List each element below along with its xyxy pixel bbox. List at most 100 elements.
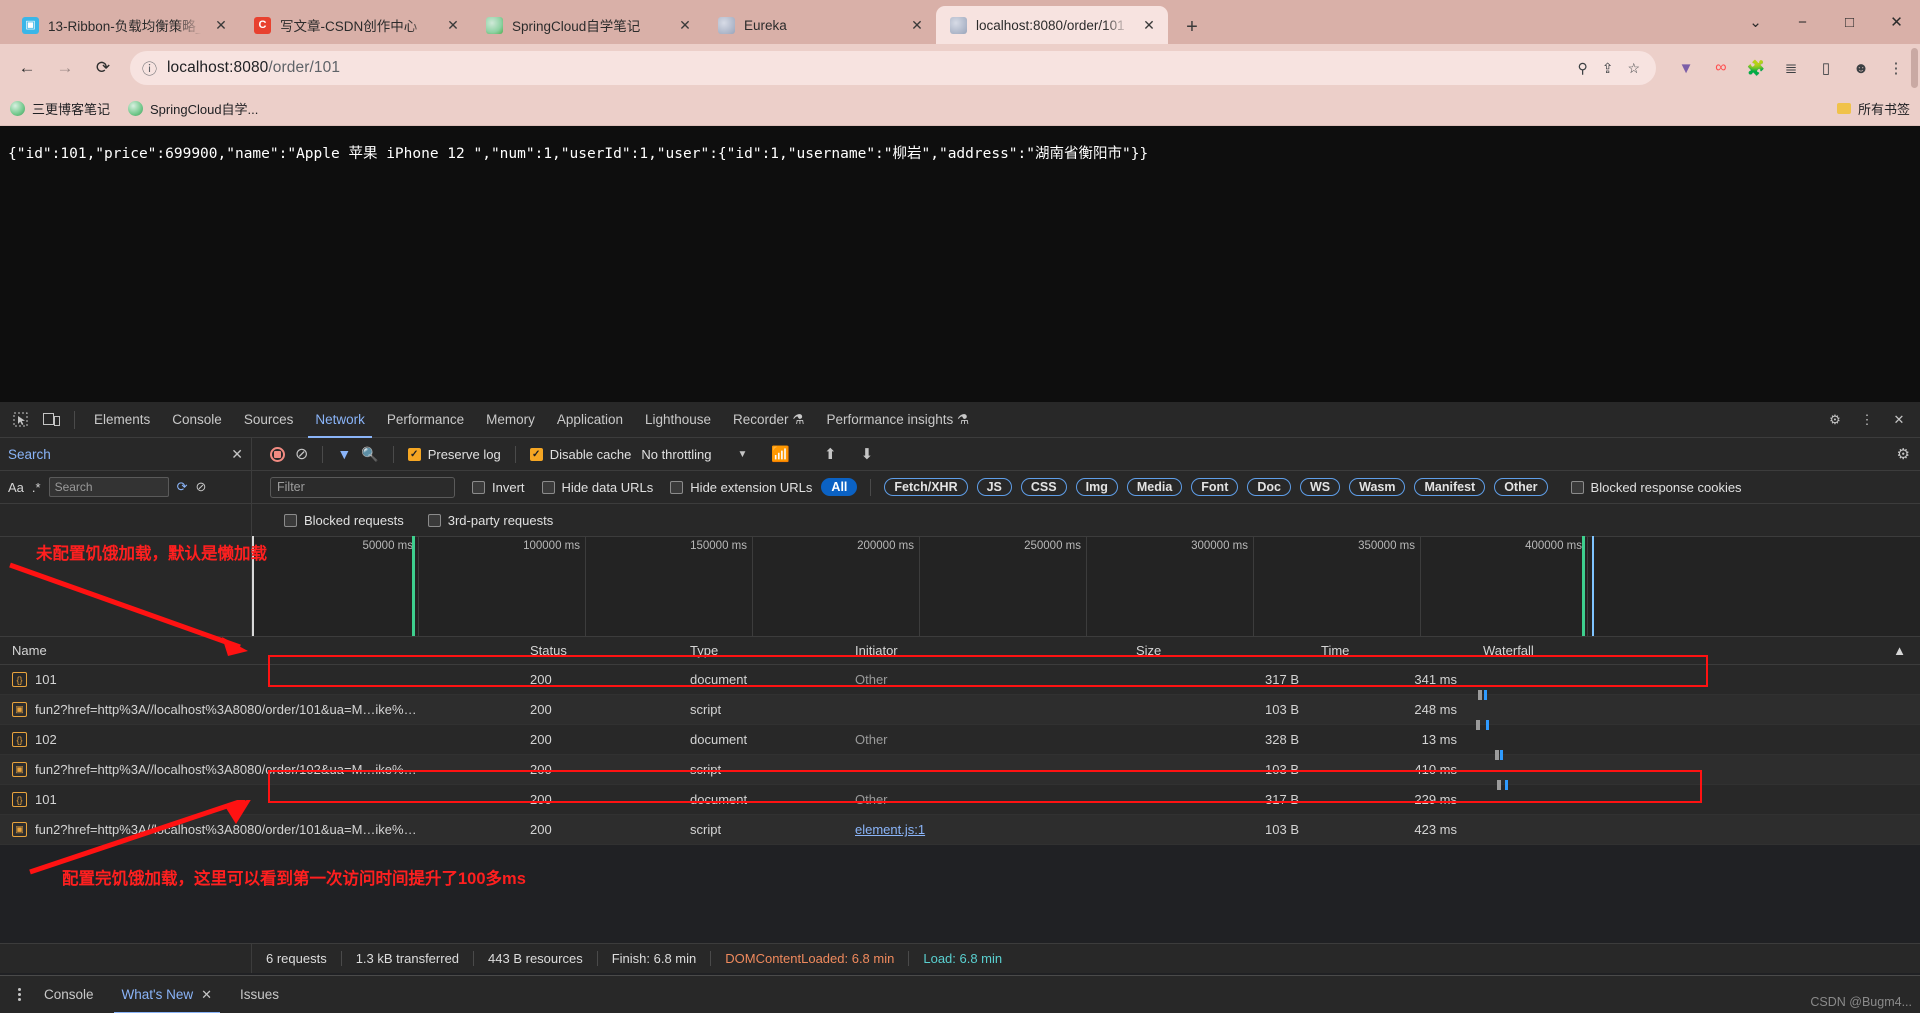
browser-tab-4-active[interactable]: localhost:8080/order/101 ✕ — [936, 6, 1168, 44]
tab-close-icon[interactable]: ✕ — [674, 17, 696, 34]
type-filter-manifest[interactable]: Manifest — [1414, 478, 1486, 496]
type-filter-css[interactable]: CSS — [1020, 478, 1067, 496]
type-filter-wasm[interactable]: Wasm — [1349, 478, 1406, 496]
star-icon[interactable]: ☆ — [1627, 60, 1640, 77]
side-panel-icon[interactable]: ▯ — [1812, 54, 1840, 82]
o-extension-icon[interactable]: ∞ — [1707, 54, 1735, 82]
throttling-select[interactable]: No throttling ▼ — [641, 447, 747, 462]
preserve-log-checkbox[interactable]: ✓ Preserve log — [407, 447, 501, 462]
column-header-size[interactable]: Size — [1130, 643, 1315, 658]
hide-extension-urls-checkbox[interactable]: Hide extension URLs — [670, 480, 812, 495]
filter-input[interactable]: Filter — [270, 476, 455, 498]
type-filter-font[interactable]: Font — [1191, 478, 1239, 496]
table-row[interactable]: ▣ fun2?href=http%3A//localhost%3A8080/ord… — [0, 815, 1920, 845]
column-header-time[interactable]: Time — [1315, 643, 1473, 658]
type-filter-js[interactable]: JS — [976, 478, 1012, 496]
column-header-status[interactable]: Status — [530, 643, 690, 658]
table-row[interactable]: {} 101 200 document Other 317 B 341 ms — [0, 665, 1920, 700]
request-name-cell[interactable]: ▣ fun2?href=http%3A//localhost%3A8080/ord… — [0, 762, 530, 777]
new-tab-button[interactable]: + — [1174, 10, 1210, 44]
blocked-requests-checkbox[interactable]: Blocked requests — [284, 513, 404, 528]
column-header-waterfall[interactable]: Waterfall ▲ — [1473, 643, 1920, 658]
tab-performance[interactable]: Performance — [376, 402, 475, 438]
tab-console[interactable]: Console — [161, 402, 233, 438]
type-filter-img[interactable]: Img — [1075, 478, 1118, 496]
column-header-type[interactable]: Type — [690, 643, 855, 658]
table-row[interactable]: {} 102 200 document Other 328 B 13 ms — [0, 725, 1920, 760]
page-scrollbar[interactable] — [1911, 48, 1918, 88]
more-vertical-icon[interactable]: ⋮ — [1852, 405, 1882, 435]
drawer-tab-issues[interactable]: Issues — [226, 976, 293, 1013]
column-header-name[interactable]: Name — [0, 643, 530, 658]
import-har-icon[interactable]: ⬆ — [824, 445, 837, 463]
tab-recorder[interactable]: Recorder ⚗ — [722, 402, 815, 438]
minimize-button[interactable]: − — [1779, 0, 1826, 44]
type-filter-ws[interactable]: WS — [1299, 478, 1341, 496]
tab-close-icon[interactable]: ✕ — [442, 17, 464, 34]
table-row[interactable]: ▣ fun2?href=http%3A//localhost%3A8080/ord… — [0, 695, 1920, 730]
request-name-cell[interactable]: {} 101 — [0, 672, 530, 687]
overview-timeline[interactable]: 50000 ms 100000 ms 150000 ms 200000 ms 2… — [252, 536, 1920, 636]
bookmark-item-1[interactable]: SpringCloud自学... — [128, 99, 258, 118]
forward-button[interactable]: → — [48, 51, 82, 85]
more-vertical-icon[interactable] — [8, 988, 30, 1001]
disable-cache-checkbox[interactable]: ✓ Disable cache — [529, 447, 631, 462]
search-close-icon[interactable]: ✕ — [231, 446, 243, 463]
clear-icon[interactable]: ⊘ — [295, 444, 308, 464]
record-stop-icon[interactable] — [270, 446, 285, 462]
tab-elements[interactable]: Elements — [83, 402, 161, 438]
tab-close-icon[interactable]: ✕ — [906, 17, 928, 34]
tab-network[interactable]: Network — [304, 402, 376, 438]
column-header-initiator[interactable]: Initiator — [855, 643, 1130, 658]
search-icon[interactable]: 🔍 — [361, 446, 378, 463]
profile-icon[interactable]: ☻ — [1847, 54, 1875, 82]
refresh-icon[interactable]: ⟳ — [177, 479, 188, 495]
wifi-icon[interactable]: 📶 — [771, 445, 790, 463]
request-name-cell[interactable]: {} 101 — [0, 792, 530, 807]
export-har-icon[interactable]: ⬇ — [861, 445, 874, 463]
table-row[interactable]: {} 101 200 document Other 317 B 229 ms — [0, 785, 1920, 815]
type-filter-all[interactable]: All — [821, 478, 858, 496]
tab-lighthouse[interactable]: Lighthouse — [634, 402, 722, 438]
bookmark-item-0[interactable]: 三更博客笔记 — [10, 99, 110, 118]
table-row[interactable]: ▣ fun2?href=http%3A//localhost%3A8080/ord… — [0, 755, 1920, 790]
puzzle-icon[interactable]: 🧩 — [1742, 54, 1770, 82]
tab-performance-insights[interactable]: Performance insights ⚗ — [815, 402, 980, 438]
back-button[interactable]: ← — [10, 51, 44, 85]
tab-search-chevron-down-icon[interactable]: ⌄ — [1732, 0, 1779, 44]
browser-tab-2[interactable]: SpringCloud自学笔记 ✕ — [472, 6, 705, 44]
inspect-icon[interactable] — [6, 405, 36, 435]
browser-tab-0[interactable]: ▣ 13-Ribbon-负载均衡策略_哔哩 ✕ — [8, 6, 241, 44]
tab-sources[interactable]: Sources — [233, 402, 305, 438]
request-name-cell[interactable]: ▣ fun2?href=http%3A//localhost%3A8080/ord… — [0, 702, 530, 717]
browser-tab-3[interactable]: Eureka ✕ — [704, 6, 937, 44]
close-icon[interactable]: ✕ — [1884, 405, 1914, 435]
regex-icon[interactable]: .* — [32, 480, 41, 495]
tab-close-icon[interactable]: ✕ — [210, 17, 232, 34]
network-settings-icon[interactable]: ⚙ — [1897, 445, 1920, 463]
tab-memory[interactable]: Memory — [475, 402, 546, 438]
close-icon[interactable]: ✕ — [201, 976, 212, 1013]
invert-checkbox[interactable]: Invert — [472, 480, 525, 495]
type-filter-doc[interactable]: Doc — [1247, 478, 1291, 496]
maximize-button[interactable]: □ — [1826, 0, 1873, 44]
third-party-requests-checkbox[interactable]: 3rd-party requests — [427, 513, 553, 528]
request-initiator-link[interactable]: element.js:1 — [855, 822, 1130, 837]
tab-close-icon[interactable]: ✕ — [1138, 17, 1160, 34]
match-case-icon[interactable]: Aa — [8, 480, 24, 495]
tab-application[interactable]: Application — [546, 402, 634, 438]
type-filter-other[interactable]: Other — [1494, 478, 1548, 496]
request-name-cell[interactable]: {} 102 — [0, 732, 530, 747]
reading-list-icon[interactable]: ≣ — [1777, 54, 1805, 82]
gear-icon[interactable]: ⚙ — [1820, 405, 1850, 435]
close-window-button[interactable]: ✕ — [1873, 0, 1920, 44]
share-icon[interactable]: ⇪ — [1602, 60, 1614, 77]
type-filter-fetch-xhr[interactable]: Fetch/XHR — [884, 478, 968, 496]
address-bar[interactable]: ⓘ localhost:8080/order/101 ⚲ ⇪ ☆ — [130, 51, 1656, 85]
drawer-tab-console[interactable]: Console — [30, 976, 108, 1013]
v-extension-icon[interactable]: ▼ — [1672, 54, 1700, 82]
reload-button[interactable]: ⟳ — [86, 51, 120, 85]
browser-tab-1[interactable]: C 写文章-CSDN创作中心 ✕ — [240, 6, 473, 44]
all-bookmarks-button[interactable]: 所有书签 — [1836, 99, 1910, 118]
zoom-icon[interactable]: ⚲ — [1577, 60, 1587, 77]
